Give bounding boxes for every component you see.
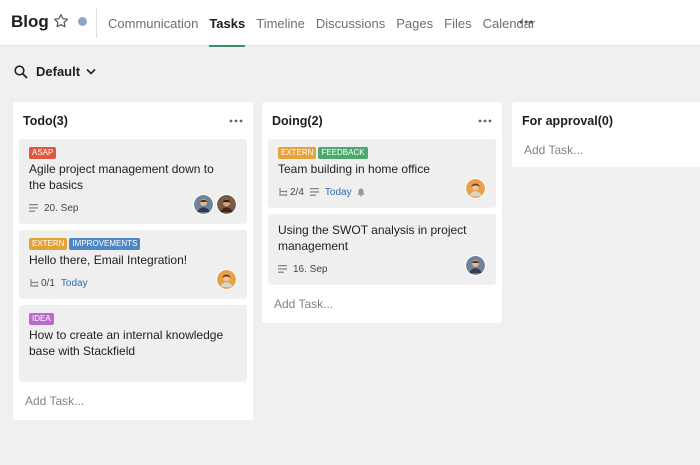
task-title: Using the SWOT analysis in project manag… — [278, 223, 467, 253]
due-date: 20. Sep — [44, 202, 79, 214]
nav-divider — [96, 8, 97, 38]
tag-label: EXTERN — [278, 147, 317, 159]
avatar[interactable] — [216, 269, 237, 290]
tab-files[interactable]: Files — [444, 0, 471, 46]
tag-label: IMPROVEMENTS — [69, 238, 141, 250]
description-icon — [309, 188, 319, 196]
room-title[interactable]: Blog — [11, 12, 49, 32]
tag-label: EXTERN — [29, 238, 68, 250]
avatar[interactable] — [216, 194, 237, 215]
avatar[interactable] — [193, 194, 214, 215]
due-date: Today — [60, 277, 88, 289]
column-doing: Doing(2) EXTERN FEEDBACK Team building i… — [262, 102, 502, 323]
column-menu-icon[interactable] — [229, 119, 243, 123]
task-card[interactable]: IDEA How to create an internal knowledge… — [19, 305, 247, 381]
description-icon — [29, 204, 38, 212]
top-navigation-bar: Blog Communication Tasks Timeline Discus… — [0, 0, 700, 47]
column-for-approval: For approval(0) Add Task... — [512, 102, 700, 167]
tab-pages[interactable]: Pages — [396, 0, 433, 46]
task-title: How to create an internal knowledge base… — [29, 328, 224, 358]
tag-label: IDEA — [29, 313, 54, 325]
subtasks-icon — [279, 188, 288, 196]
search-icon — [14, 64, 28, 79]
tab-timeline[interactable]: Timeline — [256, 0, 305, 46]
chevron-down-icon — [86, 68, 96, 75]
column-title: Doing(2) — [272, 113, 323, 128]
avatar[interactable] — [465, 255, 486, 276]
add-task-button[interactable]: Add Task... — [512, 139, 700, 167]
tab-discussions[interactable]: Discussions — [316, 0, 385, 46]
task-title: Agile project management down to the bas… — [29, 162, 214, 192]
column-title: Todo(3) — [23, 113, 68, 128]
due-date: Today — [324, 186, 352, 198]
star-icon[interactable] — [52, 12, 70, 30]
column-menu-icon[interactable] — [478, 119, 492, 123]
add-task-button[interactable]: Add Task... — [13, 388, 253, 420]
task-card[interactable]: EXTERN FEEDBACK Team building in home of… — [268, 139, 496, 207]
task-card[interactable]: ASAP Agile project management down to th… — [19, 139, 247, 223]
bell-icon — [357, 188, 365, 197]
avatar[interactable] — [465, 178, 486, 199]
description-icon — [278, 265, 287, 273]
task-title: Team building in home office — [278, 162, 430, 176]
more-tabs-icon[interactable] — [519, 19, 533, 25]
filter-label: Default — [36, 64, 81, 79]
task-card[interactable]: EXTERN IMPROVEMENTS Hello there, Email I… — [19, 230, 247, 298]
add-task-button[interactable]: Add Task... — [262, 291, 502, 323]
status-dot-icon — [78, 17, 87, 26]
due-date: 16. Sep — [293, 263, 328, 275]
column-todo: Todo(3) ASAP Agile project management do… — [13, 102, 253, 420]
tab-communication[interactable]: Communication — [108, 0, 198, 46]
subtasks-icon — [30, 279, 39, 287]
subtask-count: 0/1 — [41, 277, 55, 289]
subtask-count: 2/4 — [290, 186, 304, 198]
task-card[interactable]: Using the SWOT analysis in project manag… — [268, 214, 496, 284]
tag-label: FEEDBACK — [318, 147, 368, 159]
view-filter-dropdown[interactable]: Default — [14, 64, 96, 79]
module-tabs: Communication Tasks Timeline Discussions… — [108, 0, 546, 47]
task-title: Hello there, Email Integration! — [29, 253, 188, 267]
tab-tasks[interactable]: Tasks — [209, 0, 245, 47]
tag-label: ASAP — [29, 147, 57, 159]
column-title: For approval(0) — [522, 113, 613, 128]
